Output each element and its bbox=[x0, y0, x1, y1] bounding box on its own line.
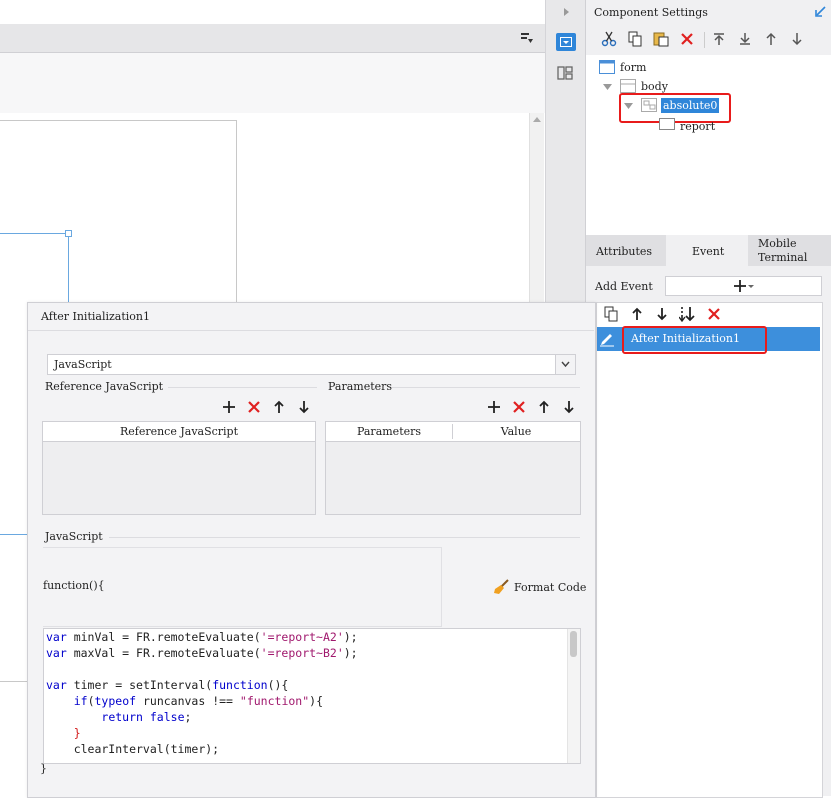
params-table-header: Parameters Value bbox=[326, 422, 580, 442]
code-editor[interactable]: var minVal = FR.remoteEvaluate('=report~… bbox=[43, 628, 581, 764]
tab-event[interactable]: Event bbox=[692, 245, 724, 258]
format-code-label: Format Code bbox=[514, 580, 587, 594]
event-sort-icon[interactable] bbox=[679, 305, 697, 323]
event-copy-icon[interactable] bbox=[602, 305, 620, 323]
code-line: } bbox=[46, 726, 81, 740]
highlight-event bbox=[622, 326, 767, 354]
code-line: var timer = setInterval(function(){ bbox=[46, 678, 289, 692]
top-toolbar-strip bbox=[0, 0, 545, 24]
edit-pencil-icon[interactable] bbox=[599, 331, 615, 347]
broom-icon bbox=[493, 579, 511, 595]
widget-panel-icon[interactable] bbox=[556, 33, 576, 51]
report-node-icon bbox=[659, 118, 675, 130]
move-top-icon[interactable] bbox=[710, 30, 728, 48]
code-line: var maxVal = FR.remoteEvaluate('=report~… bbox=[46, 646, 358, 660]
event-move-up-icon[interactable] bbox=[628, 305, 646, 323]
code-scrollbar[interactable] bbox=[567, 629, 580, 763]
add-event-dropdown[interactable] bbox=[665, 276, 822, 296]
toolbar-divider bbox=[704, 32, 705, 48]
code-scrollbar-thumb[interactable] bbox=[570, 631, 577, 657]
copy-icon[interactable] bbox=[626, 30, 644, 48]
js-section-label: JavaScript bbox=[45, 530, 103, 543]
code-line: return false; bbox=[101, 710, 192, 724]
canvas-background bbox=[0, 53, 545, 113]
collapse-arrow-icon[interactable] bbox=[811, 3, 829, 21]
param-add-icon[interactable] bbox=[485, 398, 503, 416]
param-delete-icon[interactable] bbox=[510, 398, 528, 416]
expand-body-icon[interactable] bbox=[603, 84, 612, 91]
layout-panel-icon[interactable] bbox=[556, 64, 574, 82]
move-bottom-icon[interactable] bbox=[736, 30, 754, 48]
value-column-header[interactable]: Value bbox=[453, 422, 579, 441]
event-delete-icon[interactable] bbox=[705, 305, 723, 323]
format-code-button[interactable]: Format Code bbox=[493, 578, 586, 596]
panel-title: Component Settings bbox=[594, 6, 708, 19]
ref-js-section-line bbox=[168, 387, 317, 388]
ref-js-section-label: Reference JavaScript bbox=[45, 380, 164, 393]
select-chevron-icon[interactable] bbox=[555, 355, 575, 374]
ref-js-table[interactable]: Reference JavaScript bbox=[42, 421, 316, 515]
ref-delete-icon[interactable] bbox=[245, 398, 263, 416]
params-table[interactable]: Parameters Value bbox=[325, 421, 581, 515]
paste-icon[interactable] bbox=[652, 30, 670, 48]
move-up-icon[interactable] bbox=[762, 30, 780, 48]
cut-icon[interactable] bbox=[600, 30, 618, 48]
code-content: var minVal = FR.remoteEvaluate('=report~… bbox=[46, 629, 358, 757]
code-line: var minVal = FR.remoteEvaluate('=report~… bbox=[46, 630, 358, 644]
move-down-icon[interactable] bbox=[788, 30, 806, 48]
event-move-down-icon[interactable] bbox=[653, 305, 671, 323]
event-list bbox=[596, 302, 823, 798]
widget-toggle-icon[interactable] bbox=[518, 29, 536, 47]
ref-move-up-icon[interactable] bbox=[270, 398, 288, 416]
params-section-label: Parameters bbox=[328, 380, 393, 393]
tab-mobile-terminal[interactable]: Mobile Terminal bbox=[758, 237, 818, 265]
dialog-title-divider bbox=[28, 330, 594, 331]
ref-move-down-icon[interactable] bbox=[295, 398, 313, 416]
param-move-up-icon[interactable] bbox=[535, 398, 553, 416]
script-type-select[interactable]: JavaScript bbox=[47, 354, 576, 375]
dialog-title: After Initialization1 bbox=[41, 310, 150, 323]
ref-add-icon[interactable] bbox=[220, 398, 238, 416]
ref-js-column-header[interactable]: Reference JavaScript bbox=[120, 425, 238, 438]
param-move-down-icon[interactable] bbox=[560, 398, 578, 416]
ref-js-table-header: Reference JavaScript bbox=[43, 422, 315, 442]
body-node-icon bbox=[620, 79, 636, 93]
tree-node-body[interactable]: body bbox=[641, 80, 668, 93]
expand-arrow-icon[interactable] bbox=[557, 3, 575, 21]
script-type-value: JavaScript bbox=[54, 358, 112, 371]
form-node-icon bbox=[599, 60, 615, 74]
code-line: clearInterval(timer); bbox=[46, 742, 220, 756]
code-line: if(typeof runcanvas !== "function"){ bbox=[73, 694, 324, 708]
params-column-header[interactable]: Parameters bbox=[326, 422, 452, 441]
js-section-line bbox=[109, 537, 580, 538]
tree-node-form[interactable]: form bbox=[620, 61, 646, 74]
add-event-label: Add Event bbox=[595, 280, 653, 293]
tab-attributes[interactable]: Attributes bbox=[596, 245, 652, 258]
function-header: function(){ bbox=[43, 579, 105, 592]
params-section-line bbox=[392, 387, 580, 388]
delete-icon[interactable] bbox=[678, 30, 696, 48]
design-toolbar bbox=[0, 24, 545, 53]
resize-handle[interactable] bbox=[65, 230, 72, 237]
tree-node-report[interactable]: report bbox=[680, 120, 715, 133]
closing-brace: } bbox=[40, 762, 47, 775]
highlight-absolute bbox=[619, 93, 731, 123]
